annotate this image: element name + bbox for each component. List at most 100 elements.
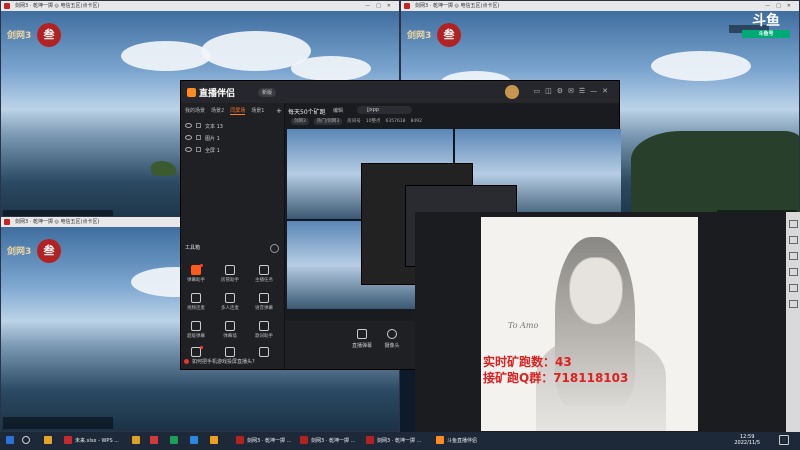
video-icon	[191, 293, 201, 303]
camera-icon	[387, 329, 397, 339]
tab-scene-1[interactable]: 场景1	[251, 108, 264, 114]
version-badge[interactable]: 新版	[258, 88, 277, 97]
header-toolbar[interactable]: ▭◫⚙✉☰—✕	[533, 87, 613, 95]
browser-icon	[170, 436, 178, 444]
live-danmu-button[interactable]: 直播弹幕	[347, 329, 377, 349]
start-button[interactable]	[6, 435, 17, 447]
subcategory-chip[interactable]: 热门/剑网3	[313, 118, 343, 125]
taskbar-app[interactable]	[210, 435, 221, 447]
tool-host-task[interactable]: 主播任务	[251, 265, 277, 283]
user-avatar[interactable]	[505, 85, 519, 99]
tool-danmu-wall[interactable]: 弹幕墙	[217, 321, 243, 339]
tool-multi-link[interactable]: 多人连麦	[217, 293, 243, 311]
room-label: 房间号	[347, 119, 361, 124]
tool-room-manager[interactable]: 房管助手	[217, 265, 243, 283]
stream-title: 每天50个矿跑	[288, 109, 326, 116]
eye-icon[interactable]	[185, 123, 192, 128]
window-controls[interactable]: —□✕	[765, 1, 797, 11]
search-button[interactable]	[22, 435, 33, 447]
taskbar-live-companion[interactable]: 斗鱼直播伴侣	[436, 435, 477, 447]
scene-source-item[interactable]: 全屏 1	[185, 147, 220, 154]
douyu-watermark: 斗鱼 斗鱼号	[742, 12, 790, 42]
taskbar-app[interactable]	[150, 435, 161, 447]
help-tip[interactable]: 如何把手机游戏投屏直播头?	[184, 358, 255, 365]
wps-icon	[64, 436, 72, 444]
tool-extra-3[interactable]	[251, 347, 277, 359]
window-titlebar[interactable]: 剑网3 · 乾坤一掷 ◎ 电信五区(点卡区) —□✕	[401, 1, 799, 11]
app-brand: 直播伴侣	[187, 86, 235, 99]
stream-meta: 剑网3 热门/剑网3 房间号 10整点 6357618 8492	[291, 118, 427, 125]
windows-taskbar: 未来.xlsx - WPS ... 剑网3 · 乾坤一掷 ... 剑网3 · 乾…	[0, 432, 800, 450]
tool-danmu-assistant[interactable]: 弹幕助手	[183, 264, 209, 283]
edit-title-button[interactable]: 编辑	[333, 107, 343, 114]
camera-button[interactable]: 摄像头	[377, 329, 407, 349]
game-logo: 剑网3 叁	[7, 23, 67, 47]
taskbar-wps[interactable]: 未来.xlsx - WPS ...	[64, 435, 119, 447]
task-icon	[259, 265, 269, 275]
tool-video-link[interactable]: 视频连麦	[183, 293, 209, 311]
app-icon	[132, 436, 140, 444]
pencil-sketch-portrait: To Amo	[481, 217, 698, 431]
app-icon	[4, 3, 10, 9]
add-scene-button[interactable]: +	[276, 107, 282, 115]
taskbar-game-1[interactable]: 剑网3 · 乾坤一掷 ...	[236, 435, 291, 447]
photo-overlay-window[interactable]: To Amo 实时矿跑数：43 接矿跑Q群：718118103	[415, 212, 800, 432]
tool-super-danmu[interactable]: 超级弹幕	[183, 321, 209, 339]
toolbox-settings-icon[interactable]	[270, 244, 279, 253]
window-titlebar[interactable]: 剑网3 · 乾坤一掷 ◎ 电信五区(点卡区) —□✕	[1, 1, 399, 11]
tab-my-scenes[interactable]: 我的场景	[185, 108, 205, 114]
scene-panel: 我的场景 场景2 同屏场 场景1 + 文本 13 图片 1 全屏 1 工具箱 弹幕助手…	[181, 103, 285, 369]
system-clock[interactable]: 12:59 2022/11/5	[734, 434, 760, 446]
taskbar-app[interactable]	[132, 435, 143, 447]
tool-voice-danmu[interactable]: 语音弹幕	[251, 293, 277, 311]
window-title: 剑网3 · 乾坤一掷 ◎ 电信五区(点卡区)	[15, 3, 100, 9]
lock-icon[interactable]	[196, 123, 201, 128]
voice-icon	[259, 293, 269, 303]
lock-icon[interactable]	[196, 135, 201, 140]
taskbar-app[interactable]	[170, 435, 181, 447]
app-header: 直播伴侣 新版 ▭◫⚙✉☰—✕	[181, 81, 619, 103]
notification-button[interactable]	[779, 435, 792, 447]
windows-icon	[6, 436, 14, 444]
window-controls[interactable]: —□✕	[365, 1, 397, 11]
download-icon	[225, 293, 235, 303]
game-icon	[236, 436, 244, 444]
folder-icon	[44, 436, 52, 444]
brand-icon	[187, 88, 196, 97]
side-toolbar[interactable]	[786, 212, 800, 432]
app-icon	[210, 436, 218, 444]
chat-panel	[3, 417, 113, 429]
tool-lyrics[interactable]: 歌词助手	[251, 321, 277, 339]
game-logo: 剑网3 叁	[407, 23, 467, 47]
lock-icon[interactable]	[196, 147, 201, 152]
sketch-signature: To Amo	[508, 321, 539, 330]
game-category-input[interactable]: jjxpp	[357, 106, 412, 114]
taskbar-game-3[interactable]: 剑网3 · 乾坤一掷 ...	[366, 435, 421, 447]
toolbox-title: 工具箱	[185, 245, 201, 251]
alert-icon	[184, 359, 189, 364]
manager-icon	[225, 265, 235, 275]
time-tag: 10整点	[365, 119, 381, 124]
scene-tabs: 我的场景 场景2 同屏场 场景1 +	[185, 107, 282, 115]
taskbar-app[interactable]	[44, 435, 55, 447]
document-icon	[259, 321, 269, 331]
tool-icon	[259, 347, 269, 357]
search-icon	[22, 436, 30, 444]
tab-scene-2[interactable]: 场景2	[211, 108, 224, 114]
game-icon	[300, 436, 308, 444]
taskbar-app[interactable]	[190, 435, 201, 447]
scene-source-item[interactable]: 图片 1	[185, 135, 220, 142]
taskbar-game-2[interactable]: 剑网3 · 乾坤一掷 ...	[300, 435, 355, 447]
douyu-icon	[436, 436, 444, 444]
screen-icon	[357, 329, 367, 339]
eye-icon[interactable]	[185, 135, 192, 140]
eye-icon[interactable]	[185, 147, 192, 152]
notification-icon	[779, 435, 789, 445]
app-icon	[404, 3, 410, 9]
tab-same-screen[interactable]: 同屏场	[230, 108, 246, 115]
scene-source-item[interactable]: 文本 13	[185, 123, 223, 130]
live-run-count: 实时矿跑数：43	[483, 355, 572, 369]
category-chip[interactable]: 剑网3	[291, 118, 309, 125]
tool-icon	[225, 347, 235, 357]
game-logo: 剑网3 叁	[7, 239, 67, 263]
